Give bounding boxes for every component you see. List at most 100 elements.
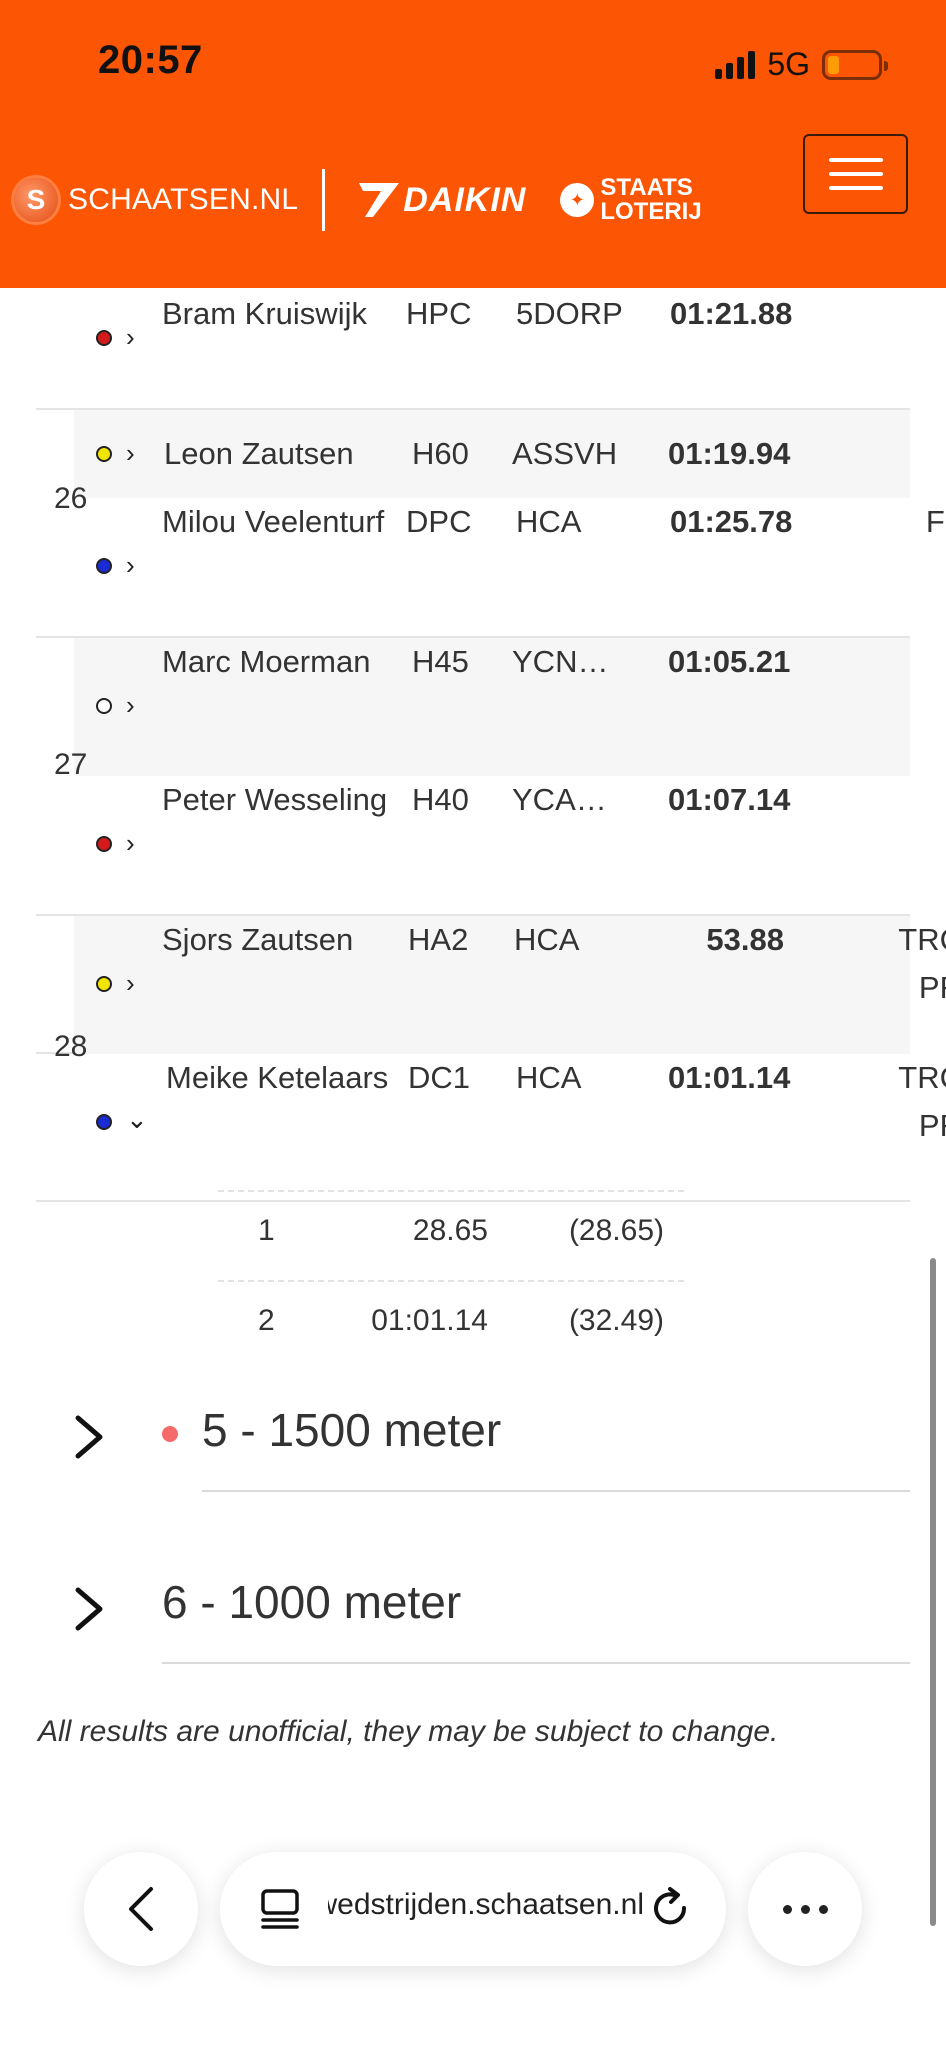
section-underline [202, 1490, 910, 1492]
signal-icon [715, 50, 756, 79]
skater-name: Peter Wesseling [162, 782, 388, 817]
scrollbar[interactable] [930, 1258, 936, 1926]
split-row: 2 01:01.14 (32.49) [218, 1280, 684, 1370]
status-indicators: 5G [715, 46, 888, 83]
section-underline [162, 1662, 910, 1664]
more-options-button[interactable] [748, 1852, 862, 1966]
chevron-left-icon [129, 1887, 153, 1931]
staats-line-1: STAATS [600, 174, 693, 201]
skater-time: 01:05.21 [668, 644, 791, 679]
skater-club: YCA… [512, 782, 607, 817]
skater-note: FL [925, 504, 946, 539]
split-lap: 1 [258, 1214, 275, 1247]
skater-category: H40 [412, 782, 469, 817]
result-row[interactable]: › Bram Kruiswijk HPC 5DORP 01:21.88 [74, 288, 910, 410]
lane-dot [96, 976, 112, 992]
result-row[interactable]: › Milou Veelenturf DPC HCA 01:25.78 FL [74, 498, 946, 636]
menu-bar-icon [828, 172, 883, 176]
menu-bar-icon [828, 186, 883, 190]
menu-bar-icon [828, 158, 883, 162]
dot-icon [818, 1904, 828, 1914]
result-row[interactable]: › Leon Zautsen H60 ASSVH 01:19.94 [74, 410, 910, 498]
daikin-logo: DAIKIN [359, 181, 526, 220]
skater-category: DC1 [408, 1060, 471, 1095]
battery-icon [822, 49, 888, 80]
address-bar[interactable]: wedstrijden.schaatsen.nl [220, 1852, 726, 1966]
url-text[interactable]: wedstrijden.schaatsen.nl [328, 1888, 644, 1922]
lane-dot [96, 558, 112, 574]
schaatsen-logo-icon[interactable]: S [14, 178, 58, 222]
split-time: 28.65 [412, 1214, 488, 1247]
staatsloterij-logo: ✦ STAATS LOTERIJ [560, 174, 702, 225]
lane-dot [96, 446, 112, 462]
skater-name: Sjors Zautsen [162, 922, 354, 957]
skater-category: DPC [406, 504, 472, 539]
network-label: 5G [767, 46, 810, 82]
chevron-right-icon[interactable]: › [126, 322, 135, 352]
result-row-expanded[interactable]: ⌄ Meike Ketelaars DC1 HCA 01:01.14 TRC P… [74, 1054, 946, 1192]
chevron-right-icon[interactable]: › [126, 550, 135, 580]
skater-name: Meike Ketelaars [166, 1060, 389, 1095]
skater-club: 5DORP [516, 296, 623, 331]
lane-dot [96, 698, 112, 714]
skater-time: 01:21.88 [670, 296, 793, 331]
result-row[interactable]: › Sjors Zautsen HA2 HCA 53.88 TRC PR [74, 916, 946, 1054]
skater-time: 01:19.94 [668, 436, 791, 471]
daikin-logo-text: DAIKIN [403, 180, 527, 219]
skater-name: Milou Veelenturf [162, 504, 385, 539]
skater-note: TRC PR [898, 922, 946, 1005]
back-button[interactable] [84, 1852, 198, 1966]
tabs-icon[interactable] [260, 1888, 300, 1930]
schaatsen-logo-text[interactable]: SCHAATSEN.NL [68, 183, 298, 217]
split-row: 1 28.65 (28.65) [218, 1190, 684, 1280]
split-lap: 2 [258, 1304, 275, 1337]
skater-category: HPC [406, 296, 472, 331]
skater-time: 01:25.78 [670, 504, 793, 539]
split-time: 01:01.14 [371, 1304, 488, 1337]
skater-category: HA2 [408, 922, 469, 957]
chevron-right-icon[interactable]: › [126, 828, 135, 858]
lane-dot [96, 1114, 112, 1130]
lane-dot [96, 836, 112, 852]
skater-club: ASSVH [512, 436, 618, 471]
site-header: 20:57 5G S SCHAATSEN.NL DAIKIN ✦ STAATS … [0, 0, 946, 288]
skater-name: Bram Kruiswijk [162, 296, 367, 331]
dot-icon [800, 1904, 810, 1914]
distance-section-1000[interactable]: 6 - 1000 meter [0, 1554, 946, 1664]
disclaimer-text: All results are unofficial, they may be … [38, 1715, 779, 1748]
hamburger-menu-button[interactable] [803, 134, 908, 214]
result-row[interactable]: › Peter Wesseling H40 YCA… 01:07.14 [74, 776, 910, 914]
skater-category: H45 [412, 644, 469, 679]
skater-note: TRC PR [898, 1060, 946, 1143]
logo-divider [322, 169, 326, 231]
skater-club: HCA [516, 504, 582, 539]
skater-time: 01:07.14 [668, 782, 791, 817]
result-row[interactable]: › Marc Moerman H45 YCN… 01:05.21 [74, 638, 910, 776]
chevron-down-icon[interactable]: ⌄ [126, 1104, 148, 1134]
browser-toolbar: wedstrijden.schaatsen.nl [0, 1830, 946, 2048]
staatsloterij-mark-icon: ✦ [560, 183, 595, 217]
skater-time: 53.88 [706, 922, 784, 957]
reload-icon[interactable] [650, 1886, 692, 1932]
skater-club: HCA [516, 1060, 582, 1095]
chevron-right-icon[interactable]: › [126, 438, 135, 468]
distance-section-1500[interactable]: 5 - 1500 meter [0, 1382, 946, 1492]
skater-time: 01:01.14 [668, 1060, 791, 1095]
skater-name: Leon Zautsen [164, 436, 354, 471]
chevron-right-icon[interactable] [70, 1412, 110, 1462]
section-title[interactable]: 6 - 1000 meter [162, 1574, 461, 1630]
skater-club: YCN… [512, 644, 609, 679]
section-title[interactable]: 5 - 1500 meter [202, 1402, 501, 1458]
live-dot-icon [162, 1426, 178, 1442]
daikin-mark-icon [359, 183, 400, 217]
skater-club: HCA [514, 922, 580, 957]
dot-icon [782, 1904, 792, 1914]
lane-dot [96, 330, 112, 346]
split-times: 1 28.65 (28.65) 2 01:01.14 (32.49) [218, 1190, 684, 1370]
chevron-right-icon[interactable] [70, 1584, 110, 1634]
staats-line-2: LOTERIJ [600, 198, 702, 225]
skater-name: Marc Moerman [162, 644, 371, 679]
chevron-right-icon[interactable]: › [126, 690, 135, 720]
status-time: 20:57 [98, 38, 203, 82]
chevron-right-icon[interactable]: › [126, 968, 135, 998]
